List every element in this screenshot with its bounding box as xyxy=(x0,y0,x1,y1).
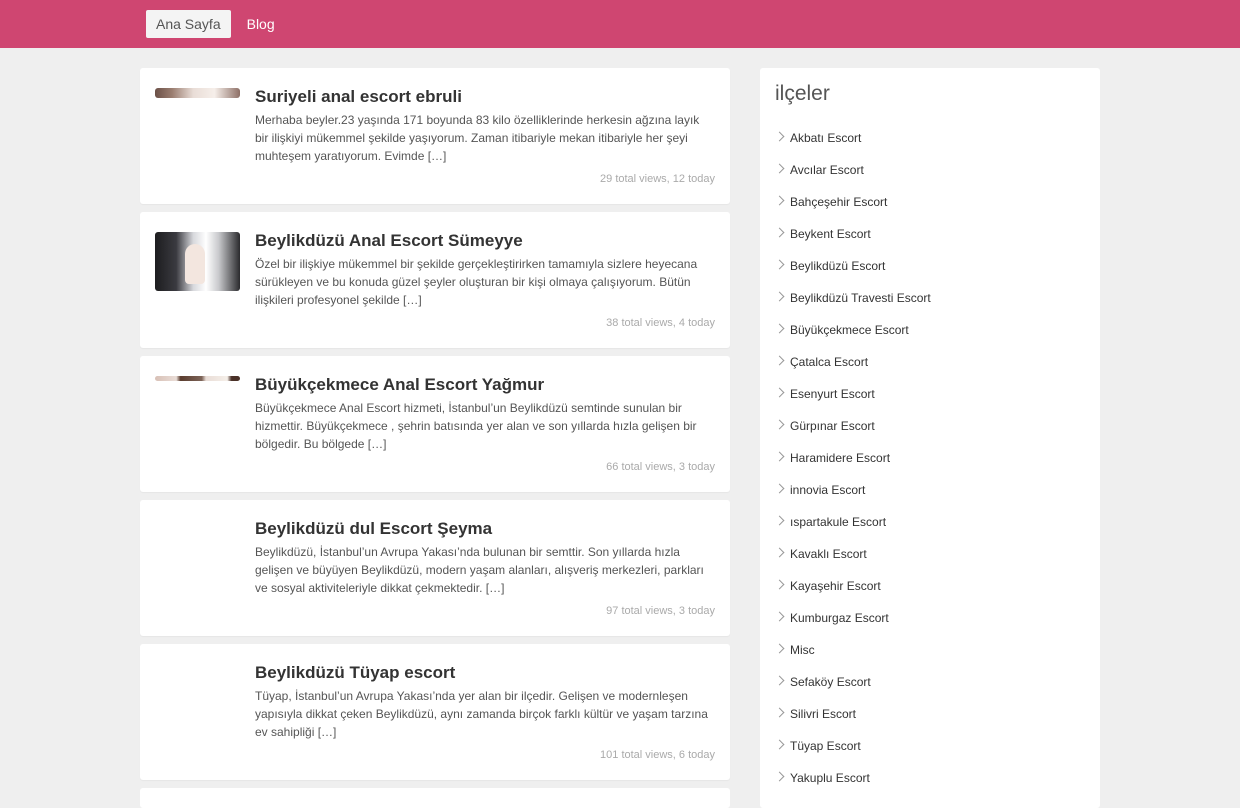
sidebar-districts: ilçeler Akbatı Escort Avcılar Escort Bah… xyxy=(760,68,1100,808)
nav-blog-link[interactable]: Blog xyxy=(237,10,285,38)
district-label[interactable]: Misc xyxy=(790,643,815,657)
post-thumbnail[interactable] xyxy=(155,664,240,723)
district-label[interactable]: Gürpınar Escort xyxy=(790,419,875,433)
chevron-right-icon xyxy=(774,195,785,206)
chevron-right-icon xyxy=(774,515,785,526)
district-label[interactable]: Esenyurt Escort xyxy=(790,387,875,401)
district-link[interactable]: Kavaklı Escort xyxy=(774,542,931,574)
post-thumbnail[interactable] xyxy=(155,520,240,579)
district-label[interactable]: Yakuplu Escort xyxy=(790,771,870,785)
district-list: Akbatı Escort Avcılar Escort Bahçeşehir … xyxy=(774,126,931,798)
chevron-right-icon xyxy=(774,387,785,398)
chevron-right-icon xyxy=(774,451,785,462)
district-link[interactable]: Esenyurt Escort xyxy=(774,382,931,414)
post-thumbnail[interactable] xyxy=(155,376,240,381)
post-views: 38 total views, 4 today xyxy=(606,317,715,329)
post-excerpt: Beylikdüzü, İstanbul’un Avrupa Yakası’nd… xyxy=(255,545,704,595)
district-link[interactable]: Beykent Escort xyxy=(774,222,931,254)
district-link[interactable]: Akbatı Escort xyxy=(774,126,931,158)
sidebar-title: ilçeler xyxy=(775,82,830,105)
district-link[interactable]: Yakuplu Escort xyxy=(774,766,931,798)
chevron-right-icon xyxy=(774,643,785,654)
chevron-right-icon xyxy=(774,707,785,718)
nav-home-link[interactable]: Ana Sayfa xyxy=(146,10,231,38)
chevron-right-icon xyxy=(774,675,785,686)
post-card-partial xyxy=(140,788,730,808)
district-label[interactable]: Büyükçekmece Escort xyxy=(790,323,909,337)
district-label[interactable]: Kayaşehir Escort xyxy=(790,579,881,593)
chevron-right-icon xyxy=(774,547,785,558)
chevron-right-icon xyxy=(774,323,785,334)
chevron-right-icon xyxy=(774,259,785,270)
post-title[interactable]: Büyükçekmece Anal Escort Yağmur xyxy=(255,374,544,396)
district-link[interactable]: Haramidere Escort xyxy=(774,446,931,478)
district-link[interactable]: Misc xyxy=(774,638,931,670)
post-title[interactable]: Beylikdüzü dul Escort Şeyma xyxy=(255,518,492,540)
chevron-right-icon xyxy=(774,419,785,430)
chevron-right-icon xyxy=(774,611,785,622)
top-navigation-bar: Ana Sayfa Blog xyxy=(0,0,1240,48)
post-views: 97 total views, 3 today xyxy=(606,605,715,617)
chevron-right-icon xyxy=(774,131,785,142)
post-list: Suriyeli anal escort ebruli Merhaba beyl… xyxy=(140,68,730,788)
chevron-right-icon xyxy=(774,483,785,494)
chevron-right-icon xyxy=(774,291,785,302)
chevron-right-icon xyxy=(774,579,785,590)
district-label[interactable]: Beylikdüzü Travesti Escort xyxy=(790,291,931,305)
post-card: Büyükçekmece Anal Escort Yağmur Büyükçek… xyxy=(140,356,730,492)
district-link[interactable]: Kayaşehir Escort xyxy=(774,574,931,606)
post-card: Beylikdüzü Tüyap escort Tüyap, İstanbul’… xyxy=(140,644,730,780)
district-label[interactable]: Beylikdüzü Escort xyxy=(790,259,885,273)
district-label[interactable]: Çatalca Escort xyxy=(790,355,868,369)
district-link[interactable]: Gürpınar Escort xyxy=(774,414,931,446)
district-label[interactable]: Bahçeşehir Escort xyxy=(790,195,887,209)
district-label[interactable]: Haramidere Escort xyxy=(790,451,890,465)
district-label[interactable]: innovia Escort xyxy=(790,483,865,497)
post-views: 101 total views, 6 today xyxy=(600,749,715,761)
district-label[interactable]: Silivri Escort xyxy=(790,707,856,721)
chevron-right-icon xyxy=(774,739,785,750)
district-link[interactable]: Sefaköy Escort xyxy=(774,670,931,702)
district-link[interactable]: Çatalca Escort xyxy=(774,350,931,382)
post-excerpt: Özel bir ilişkiye mükemmel bir şekilde g… xyxy=(255,257,698,307)
chevron-right-icon xyxy=(774,163,785,174)
post-views: 66 total views, 3 today xyxy=(606,461,715,473)
district-link[interactable]: Tüyap Escort xyxy=(774,734,931,766)
district-label[interactable]: Kumburgaz Escort xyxy=(790,611,889,625)
district-label[interactable]: ıspartakule Escort xyxy=(790,515,886,529)
post-title[interactable]: Suriyeli anal escort ebruli xyxy=(255,86,462,108)
post-views: 29 total views, 12 today xyxy=(600,173,715,185)
post-excerpt: Merhaba beyler.23 yaşında 171 boyunda 83… xyxy=(255,113,700,163)
post-card: Beylikdüzü Anal Escort Sümeyye Özel bir … xyxy=(140,212,730,348)
post-title[interactable]: Beylikdüzü Anal Escort Sümeyye xyxy=(255,230,523,252)
chevron-right-icon xyxy=(774,355,785,366)
post-title[interactable]: Beylikdüzü Tüyap escort xyxy=(255,662,455,684)
district-link[interactable]: Kumburgaz Escort xyxy=(774,606,931,638)
district-label[interactable]: Avcılar Escort xyxy=(790,163,864,177)
district-link[interactable]: Avcılar Escort xyxy=(774,158,931,190)
district-link[interactable]: ıspartakule Escort xyxy=(774,510,931,542)
district-label[interactable]: Kavaklı Escort xyxy=(790,547,867,561)
post-excerpt: Büyükçekmece Anal Escort hizmeti, İstanb… xyxy=(255,401,697,451)
district-link[interactable]: Silivri Escort xyxy=(774,702,931,734)
district-link[interactable]: Bahçeşehir Escort xyxy=(774,190,931,222)
post-thumbnail[interactable] xyxy=(155,232,240,291)
post-card: Suriyeli anal escort ebruli Merhaba beyl… xyxy=(140,68,730,204)
district-label[interactable]: Tüyap Escort xyxy=(790,739,861,753)
district-label[interactable]: Beykent Escort xyxy=(790,227,871,241)
post-excerpt: Tüyap, İstanbul’un Avrupa Yakası’nda yer… xyxy=(255,689,708,739)
post-thumbnail[interactable] xyxy=(155,88,240,98)
chevron-right-icon xyxy=(774,227,785,238)
district-label[interactable]: Sefaköy Escort xyxy=(790,675,871,689)
district-link[interactable]: Beylikdüzü Escort xyxy=(774,254,931,286)
district-link[interactable]: Büyükçekmece Escort xyxy=(774,318,931,350)
post-card: Beylikdüzü dul Escort Şeyma Beylikdüzü, … xyxy=(140,500,730,636)
main-nav: Ana Sayfa Blog xyxy=(146,10,285,38)
chevron-right-icon xyxy=(774,771,785,782)
district-link[interactable]: Beylikdüzü Travesti Escort xyxy=(774,286,931,318)
district-label[interactable]: Akbatı Escort xyxy=(790,131,861,145)
district-link[interactable]: innovia Escort xyxy=(774,478,931,510)
